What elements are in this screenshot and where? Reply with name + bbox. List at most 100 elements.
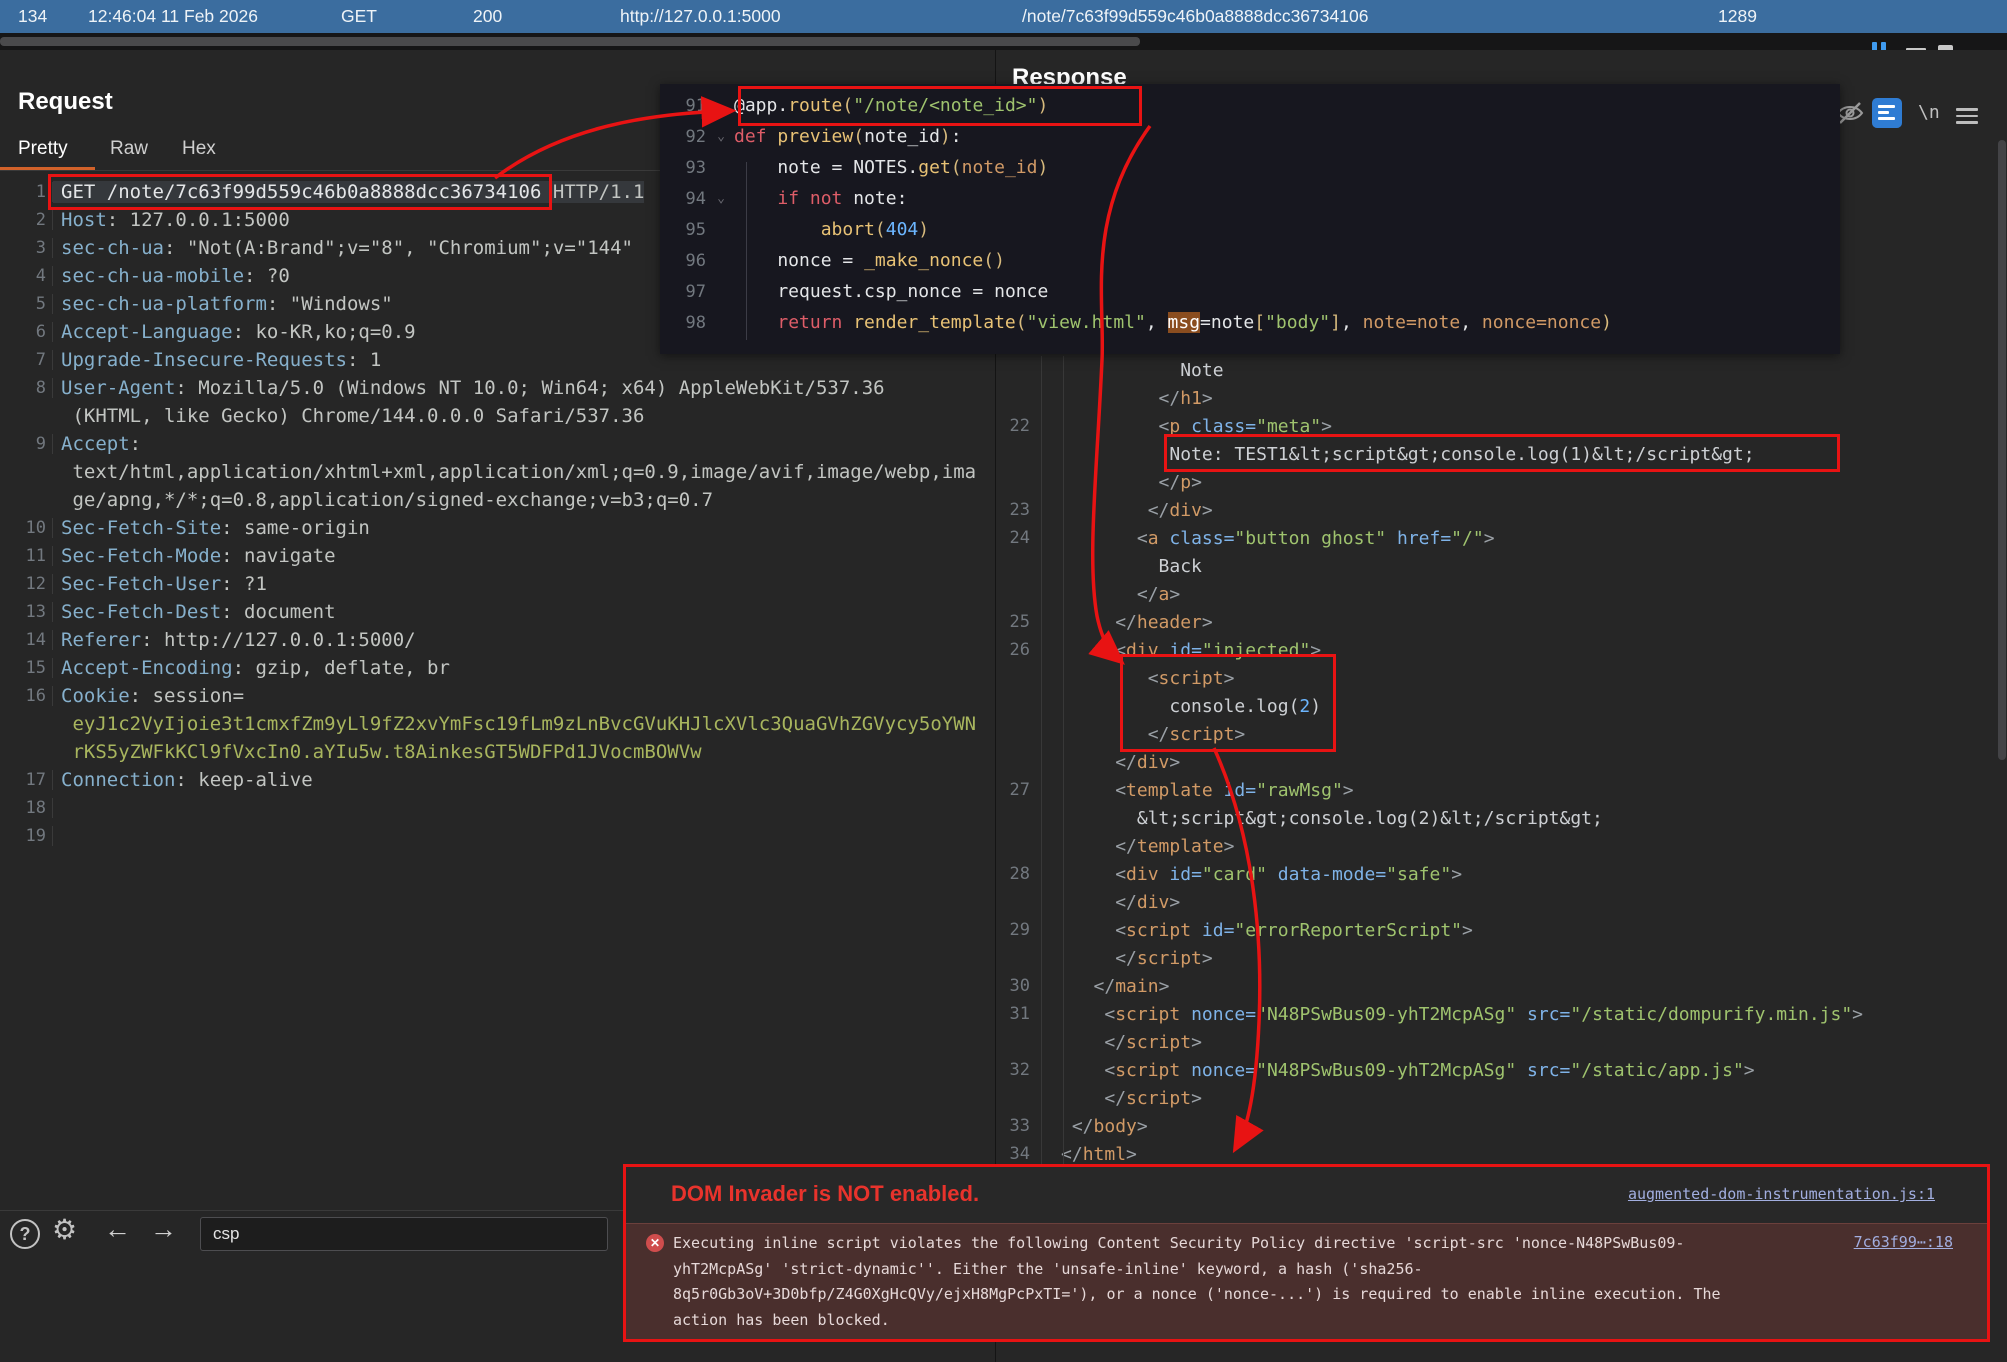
code-line[interactable]: 98 return render_template("view.html", m… — [660, 307, 1840, 338]
code-line[interactable]: 8User-Agent: Mozilla/5.0 (Windows NT 10.… — [0, 374, 995, 402]
code-line[interactable]: 25 </header> — [996, 608, 2006, 636]
line-number: 95 — [660, 220, 710, 240]
code-line[interactable]: </script> — [996, 720, 2006, 748]
tab-pretty[interactable]: Pretty — [18, 138, 68, 160]
code-line[interactable]: </script> — [996, 1084, 2006, 1112]
code-line[interactable]: Note: TEST1&lt;script&gt;console.log(1)&… — [996, 440, 2006, 468]
code-line[interactable]: </script> — [996, 944, 2006, 972]
code-line[interactable]: 91@app.route("/note/<note_id>") — [660, 90, 1840, 121]
error-source-link[interactable]: 7c63f99⋯:18 — [1854, 1233, 1953, 1251]
code-line[interactable]: 17Connection: keep-alive — [0, 766, 995, 794]
code-line[interactable]: 30 </main> — [996, 972, 2006, 1000]
code-line[interactable]: 12Sec-Fetch-User: ?1 — [0, 570, 995, 598]
proxy-history-row[interactable]: 134 12:46:04 11 Feb 2026 GET 200 http://… — [0, 0, 2007, 33]
fold-chevron-icon[interactable]: ⌄ — [710, 129, 732, 144]
code-text: Sec-Fetch-User: ?1 — [53, 573, 267, 595]
code-line[interactable]: 92⌄def preview(note_id): — [660, 121, 1840, 152]
code-text: Cookie: session= — [53, 685, 244, 707]
code-line[interactable]: 31 <script nonce="N48PSwBus09-yhT2McpASg… — [996, 1000, 2006, 1028]
code-line[interactable]: text/html,application/xhtml+xml,applicat… — [0, 458, 995, 486]
code-text: </script> — [1033, 1088, 1202, 1109]
code-line[interactable]: 93 note = NOTES.get(note_id) — [660, 152, 1840, 183]
eye-off-icon[interactable] — [1836, 100, 1864, 126]
code-line[interactable]: 9Accept: — [0, 430, 995, 458]
indent-guide — [1063, 356, 1064, 1216]
code-line[interactable]: 11Sec-Fetch-Mode: navigate — [0, 542, 995, 570]
code-line[interactable]: </template> — [996, 832, 2006, 860]
code-line[interactable]: 13Sec-Fetch-Dest: document — [0, 598, 995, 626]
code-text: </h1> — [1033, 388, 1213, 409]
help-icon[interactable]: ? — [10, 1219, 40, 1249]
code-line[interactable]: ge/apng,*/*;q=0.8,application/signed-exc… — [0, 486, 995, 514]
line-number: 34 — [996, 1144, 1033, 1164]
line-number: 4 — [0, 266, 53, 286]
code-line[interactable]: 26 <div id="injected"> — [996, 636, 2006, 664]
tab-hex[interactable]: Hex — [182, 138, 216, 160]
code-line[interactable]: 27 <template id="rawMsg"> — [996, 776, 2006, 804]
gutter-divider — [1041, 356, 1042, 1216]
line-number: 33 — [996, 1116, 1033, 1136]
code-line[interactable]: rKS5yZWFkKCl9fVxcIn0.aYIu5w.t8AinkesGT5W… — [0, 738, 995, 766]
code-line[interactable]: </div> — [996, 888, 2006, 916]
code-line[interactable]: </a> — [996, 580, 2006, 608]
response-editor[interactable]: Note </h1> 22 <p class="meta"> Note: TEST… — [996, 356, 2006, 1168]
horizontal-scrollbar[interactable] — [0, 33, 2007, 50]
code-line[interactable]: Note — [996, 356, 2006, 384]
code-text: nonce = _make_nonce() — [732, 250, 1005, 271]
csp-error-entry[interactable]: ✕ Executing inline script violates the f… — [626, 1223, 1987, 1339]
code-line[interactable]: 32 <script nonce="N48PSwBus09-yhT2McpASg… — [996, 1056, 2006, 1084]
code-line[interactable]: 10Sec-Fetch-Site: same-origin — [0, 514, 995, 542]
code-line[interactable]: 24 <a class="button ghost" href="/"> — [996, 524, 2006, 552]
code-line[interactable]: 97 request.csp_nonce = nonce — [660, 276, 1840, 307]
editor-menu-icon[interactable] — [1956, 104, 1978, 128]
code-line[interactable]: 96 nonce = _make_nonce() — [660, 245, 1840, 276]
code-text: (KHTML, like Gecko) Chrome/144.0.0.0 Saf… — [53, 405, 644, 427]
code-line[interactable]: </script> — [996, 1028, 2006, 1056]
code-line[interactable]: 28 <div id="card" data-mode="safe"> — [996, 860, 2006, 888]
fold-chevron-icon[interactable]: ⌄ — [710, 191, 732, 206]
code-line[interactable]: 29 <script id="errorReporterScript"> — [996, 916, 2006, 944]
code-text: Upgrade-Insecure-Requests: 1 — [53, 349, 381, 371]
response-scrollbar[interactable] — [1998, 140, 2006, 760]
prev-match-icon[interactable]: ← — [104, 1214, 131, 1245]
code-line[interactable]: &lt;script&gt;console.log(2)&lt;/script&… — [996, 804, 2006, 832]
tab-raw[interactable]: Raw — [110, 138, 148, 160]
code-text: </body> — [1033, 1116, 1148, 1137]
instrumentation-source-link[interactable]: augmented-dom-instrumentation.js:1 — [1628, 1185, 1935, 1203]
code-line[interactable]: 19 — [0, 822, 995, 850]
pretty-print-toggle-icon[interactable] — [1872, 98, 1902, 128]
search-input[interactable] — [200, 1217, 608, 1251]
flask-source-editor[interactable]: 91@app.route("/note/<note_id>")92⌄def pr… — [660, 90, 1840, 338]
code-line[interactable]: 22 <p class="meta"> — [996, 412, 2006, 440]
error-icon: ✕ — [646, 1234, 664, 1252]
scrollbar-thumb[interactable] — [0, 37, 1140, 46]
gear-icon[interactable]: ⚙ — [52, 1213, 77, 1246]
code-line[interactable]: 16Cookie: session= — [0, 682, 995, 710]
code-line[interactable]: </h1> — [996, 384, 2006, 412]
code-text: </p> — [1033, 472, 1202, 493]
line-number: 19 — [0, 826, 53, 846]
code-line[interactable]: 18 — [0, 794, 995, 822]
code-line[interactable]: (KHTML, like Gecko) Chrome/144.0.0.0 Saf… — [0, 402, 995, 430]
code-text: ge/apng,*/*;q=0.8,application/signed-exc… — [53, 489, 713, 511]
code-line[interactable]: 33 </body> — [996, 1112, 2006, 1140]
code-line[interactable]: console.log(2) — [996, 692, 2006, 720]
code-line[interactable]: eyJ1c2VyIjoie3t1cmxfZm9yLl9fZ2xvYmFsc19f… — [0, 710, 995, 738]
line-number: 26 — [996, 640, 1033, 660]
code-line[interactable]: </div> — [996, 748, 2006, 776]
code-line[interactable]: 23 </div> — [996, 496, 2006, 524]
code-text: request.csp_nonce = nonce — [732, 281, 1048, 302]
code-line[interactable]: Back — [996, 552, 2006, 580]
code-line[interactable]: </p> — [996, 468, 2006, 496]
code-line[interactable]: 15Accept-Encoding: gzip, deflate, br — [0, 654, 995, 682]
newline-toggle-icon[interactable]: \n — [1918, 102, 1940, 123]
code-line[interactable]: 14Referer: http://127.0.0.1:5000/ — [0, 626, 995, 654]
code-text: Accept: — [53, 433, 141, 455]
next-match-icon[interactable]: → — [150, 1214, 177, 1245]
code-line[interactable]: 94⌄ if not note: — [660, 183, 1840, 214]
line-number: 24 — [996, 528, 1033, 548]
code-text: Sec-Fetch-Site: same-origin — [53, 517, 370, 539]
code-line[interactable]: <script> — [996, 664, 2006, 692]
burp-devtools-screenshot: { "topbar": { "cells": ["134", "12:46:04… — [0, 0, 2007, 1362]
code-line[interactable]: 95 abort(404) — [660, 214, 1840, 245]
